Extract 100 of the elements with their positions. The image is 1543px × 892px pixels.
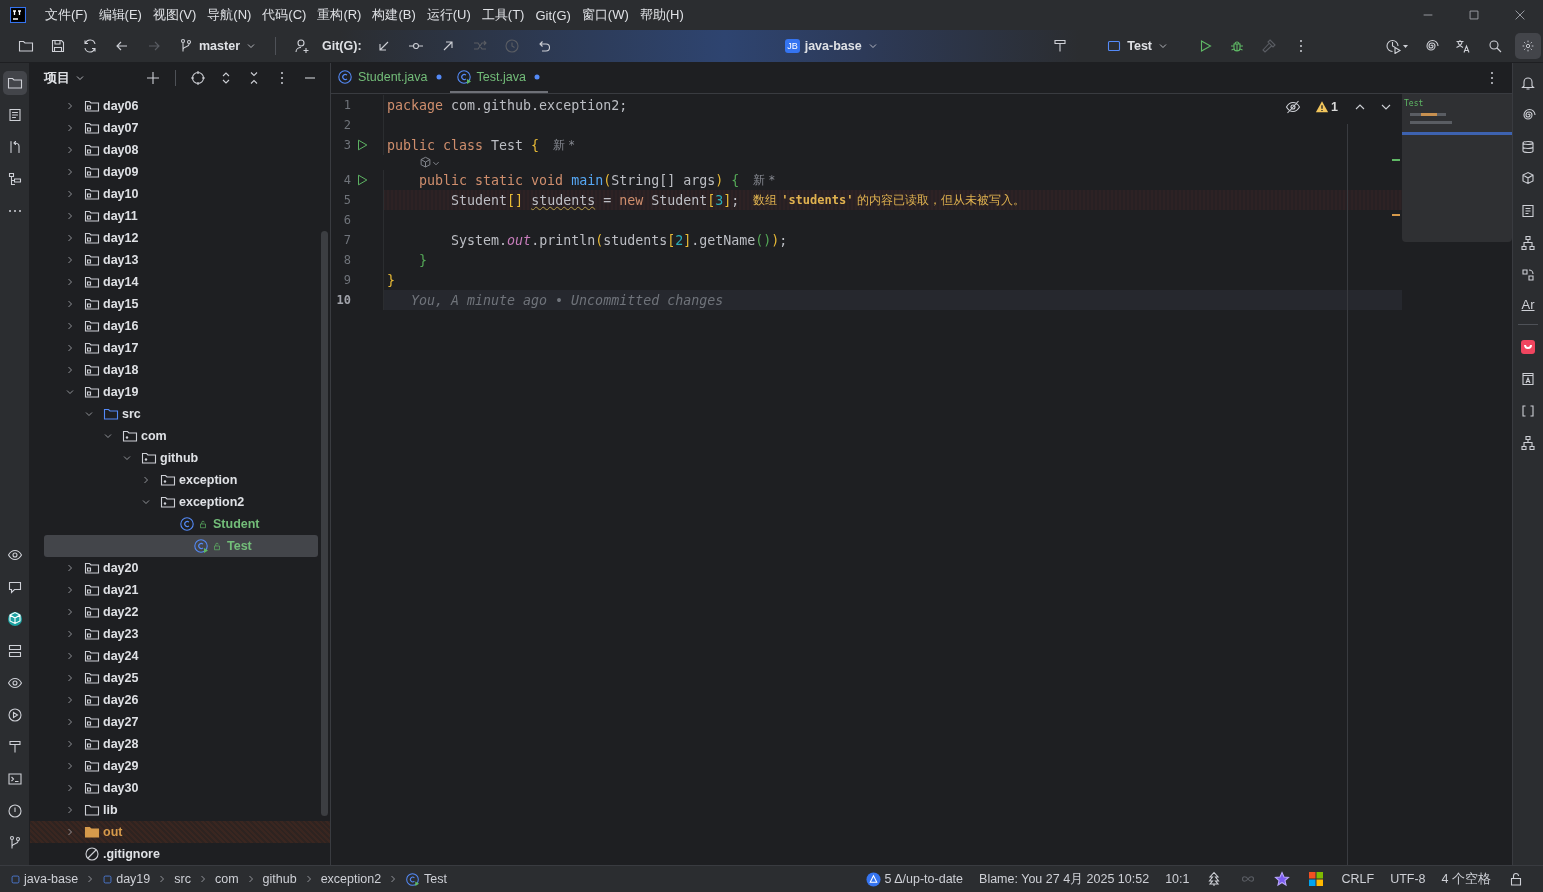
- menu-item[interactable]: Git(G): [530, 7, 577, 23]
- app-logo-icon[interactable]: [10, 7, 26, 23]
- project-folder-icon[interactable]: [2, 71, 27, 95]
- author-hint[interactable]: 新 *: [753, 172, 775, 188]
- caret-position[interactable]: 10:1: [1165, 872, 1190, 886]
- scrollbar-thumb[interactable]: [321, 231, 328, 816]
- tree-row[interactable]: day07: [30, 117, 318, 139]
- tree-row[interactable]: day17: [30, 337, 318, 359]
- menu-item[interactable]: 重构(R): [312, 6, 368, 24]
- tree-row[interactable]: day11: [30, 205, 318, 227]
- four-squares-icon[interactable]: [1308, 871, 1325, 887]
- indent-setting[interactable]: 4 个空格: [1441, 870, 1491, 888]
- menu-item[interactable]: 视图(V): [147, 6, 203, 24]
- tree-row[interactable]: .gitignore: [30, 843, 318, 865]
- menu-item[interactable]: 代码(C): [257, 6, 313, 24]
- star-logo-icon[interactable]: [1274, 871, 1291, 887]
- breadcrumb[interactable]: src: [174, 872, 191, 886]
- tree-row[interactable]: day20: [30, 557, 318, 579]
- breadcrumb[interactable]: exception2: [320, 872, 382, 886]
- editor-tab[interactable]: Test.java: [449, 63, 548, 93]
- tree-row[interactable]: day18: [30, 359, 318, 381]
- tree-row[interactable]: day29: [30, 755, 318, 777]
- tree-row[interactable]: day23: [30, 623, 318, 645]
- tree-row[interactable]: day14: [30, 271, 318, 293]
- close-icon[interactable]: [1513, 8, 1527, 22]
- settings-icon[interactable]: [1515, 33, 1541, 59]
- tree-row[interactable]: day26: [30, 689, 318, 711]
- menu-item[interactable]: 文件(F): [40, 6, 94, 24]
- package-folder-icon: [160, 494, 176, 510]
- tree-row[interactable]: day21: [30, 579, 318, 601]
- tree-row[interactable]: out: [30, 821, 330, 843]
- branch-widget[interactable]: master: [170, 33, 265, 59]
- module-folder-icon: [84, 120, 100, 136]
- minimap[interactable]: Test: [1402, 94, 1512, 242]
- run-config-widget[interactable]: Test: [1098, 33, 1177, 59]
- breadcrumb[interactable]: github: [262, 872, 297, 886]
- tree-row[interactable]: day08: [30, 139, 318, 161]
- tree-row[interactable]: day27: [30, 711, 318, 733]
- tree-row[interactable]: day30: [30, 777, 318, 799]
- module-folder-icon: [84, 318, 100, 334]
- line-separator[interactable]: CRLF: [1341, 872, 1375, 886]
- tree-row[interactable]: day15: [30, 293, 318, 315]
- vcs-status[interactable]: 5 Δ/up-to-date: [865, 871, 964, 887]
- breadcrumb[interactable]: day19: [116, 872, 151, 886]
- tree-row[interactable]: day10: [30, 183, 318, 205]
- menu-item[interactable]: 运行(U): [421, 6, 477, 24]
- tree-row[interactable]: day16: [30, 315, 318, 337]
- module-folder-icon: [84, 296, 100, 312]
- menu-item[interactable]: 构建(B): [367, 6, 422, 24]
- file-encoding[interactable]: UTF-8: [1390, 872, 1426, 886]
- tree-row[interactable]: exception2: [30, 491, 318, 513]
- tree-row[interactable]: day19: [30, 381, 318, 403]
- module-folder-icon: [84, 736, 100, 752]
- menu-item[interactable]: 窗口(W): [576, 6, 635, 24]
- project-panel-title[interactable]: 项目: [44, 69, 70, 87]
- menu-item[interactable]: 编辑(E): [93, 6, 148, 24]
- translate-text-icon[interactable]: Ar: [1521, 297, 1535, 312]
- tree-row[interactable]: lib: [30, 799, 318, 821]
- tab-label: Student.java: [358, 70, 428, 84]
- breadcrumb[interactable]: java-base: [24, 872, 79, 886]
- menu-item[interactable]: 工具(T): [476, 6, 531, 24]
- package-folder-icon: [141, 450, 157, 466]
- tree-row[interactable]: day06: [30, 95, 318, 117]
- run-gutter-icon[interactable]: [355, 138, 369, 152]
- line-number: 3: [342, 138, 351, 152]
- tree-item-label: day11: [103, 209, 138, 223]
- menu-item[interactable]: 导航(N): [202, 6, 258, 24]
- tree-row[interactable]: day22: [30, 601, 318, 623]
- tree-row[interactable]: Student: [30, 513, 318, 535]
- minimap-label: Test: [1404, 99, 1424, 108]
- tree-row[interactable]: day24: [30, 645, 318, 667]
- tree-row[interactable]: day25: [30, 667, 318, 689]
- tree-item-label: day24: [103, 649, 139, 663]
- ai-hint-icon[interactable]: [417, 155, 441, 170]
- warning-icon: [1315, 100, 1330, 114]
- run-gutter-icon[interactable]: [355, 173, 369, 187]
- author-hint[interactable]: 新 *: [553, 137, 575, 153]
- maximize-icon[interactable]: [1467, 8, 1481, 22]
- tree-item-label: .gitignore: [103, 847, 160, 861]
- package-folder-icon: [122, 428, 138, 444]
- tree-row[interactable]: day09: [30, 161, 318, 183]
- editor-tab[interactable]: Student.java: [331, 63, 450, 93]
- project-widget[interactable]: JB java-base: [777, 33, 887, 59]
- breadcrumb[interactable]: com: [214, 872, 239, 886]
- tree-row[interactable]: src: [30, 403, 318, 425]
- tree-row[interactable]: Test: [44, 535, 318, 557]
- tree-row[interactable]: day28: [30, 733, 318, 755]
- class-icon: [179, 516, 195, 532]
- tree-row[interactable]: exception: [30, 469, 318, 491]
- tree-row[interactable]: com: [30, 425, 318, 447]
- module-folder-icon: [84, 604, 100, 620]
- menu-item[interactable]: 帮助(H): [634, 6, 690, 24]
- blame-status[interactable]: Blame: You 27 4月 2025 10:52: [979, 870, 1150, 888]
- tree-row[interactable]: day12: [30, 227, 318, 249]
- tree-row[interactable]: day13: [30, 249, 318, 271]
- module-folder-icon: [84, 164, 100, 180]
- tree-row[interactable]: github: [30, 447, 318, 469]
- breadcrumb[interactable]: Test: [424, 872, 448, 886]
- pine-tree-icon[interactable]: [1206, 871, 1223, 887]
- open-lock-icon[interactable]: [1508, 871, 1524, 887]
